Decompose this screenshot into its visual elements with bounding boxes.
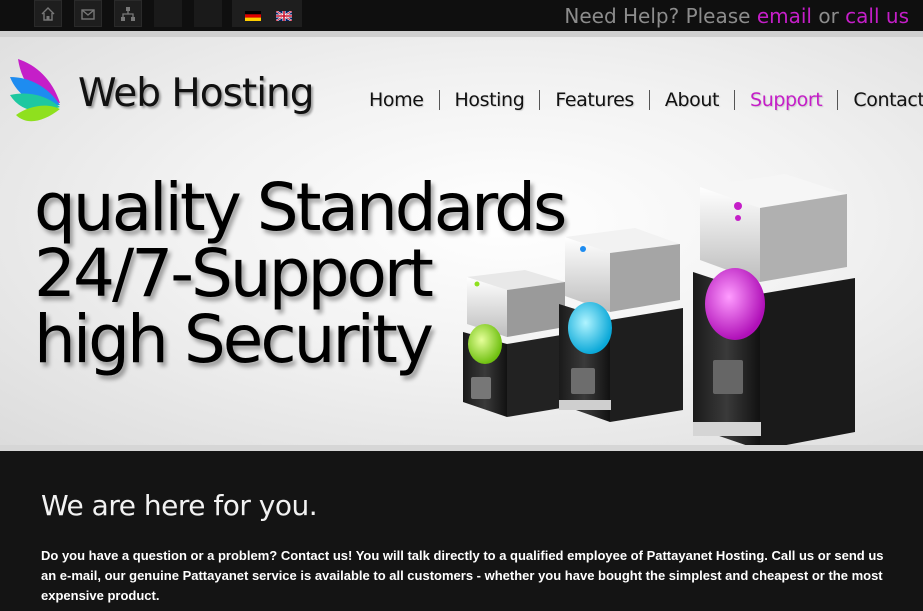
logo-icon[interactable]	[8, 51, 68, 129]
mail-icon[interactable]	[74, 0, 102, 27]
nav-item-contacts[interactable]: Contacts	[844, 89, 923, 111]
section-heading: We are here for you.	[41, 489, 318, 522]
help-prefix: Need Help? Please	[564, 4, 757, 28]
nav-divider	[539, 90, 541, 110]
help-text: Need Help? Please email or call us	[564, 4, 909, 28]
main-nav: Home Hosting Features About Support Cont…	[360, 89, 923, 111]
brand-name[interactable]: Web Hosting	[78, 71, 315, 116]
blank-slot	[194, 0, 222, 27]
email-link[interactable]: email	[757, 4, 812, 28]
nav-item-hosting[interactable]: Hosting	[446, 89, 534, 111]
home-icon[interactable]	[34, 0, 62, 27]
nav-item-about[interactable]: About	[656, 89, 728, 111]
server-blue	[559, 228, 683, 422]
german-flag-icon[interactable]	[245, 11, 261, 21]
call-us-link[interactable]: call us	[845, 4, 909, 28]
nav-item-support[interactable]: Support	[741, 89, 831, 111]
servers-illustration	[463, 174, 855, 445]
nav-item-home[interactable]: Home	[360, 89, 433, 111]
nav-item-features[interactable]: Features	[546, 89, 643, 111]
uk-flag-icon[interactable]	[276, 11, 292, 21]
sitemap-icon[interactable]	[114, 0, 142, 27]
language-switcher	[232, 0, 302, 27]
nav-divider	[837, 90, 839, 110]
server-green	[463, 270, 567, 417]
nav-divider	[438, 90, 440, 110]
help-or: or	[811, 4, 846, 28]
nav-divider	[648, 90, 650, 110]
nav-divider	[734, 90, 736, 110]
top-bar: Need Help? Please email or call us	[0, 0, 923, 31]
blank-slot	[154, 0, 182, 27]
support-section: We are here for you. Do you have a quest…	[0, 451, 923, 611]
hero-banner: Web Hosting Home Hosting Features About …	[0, 37, 923, 445]
server-purple	[693, 174, 855, 445]
section-body: Do you have a question or a problem? Con…	[41, 548, 884, 603]
